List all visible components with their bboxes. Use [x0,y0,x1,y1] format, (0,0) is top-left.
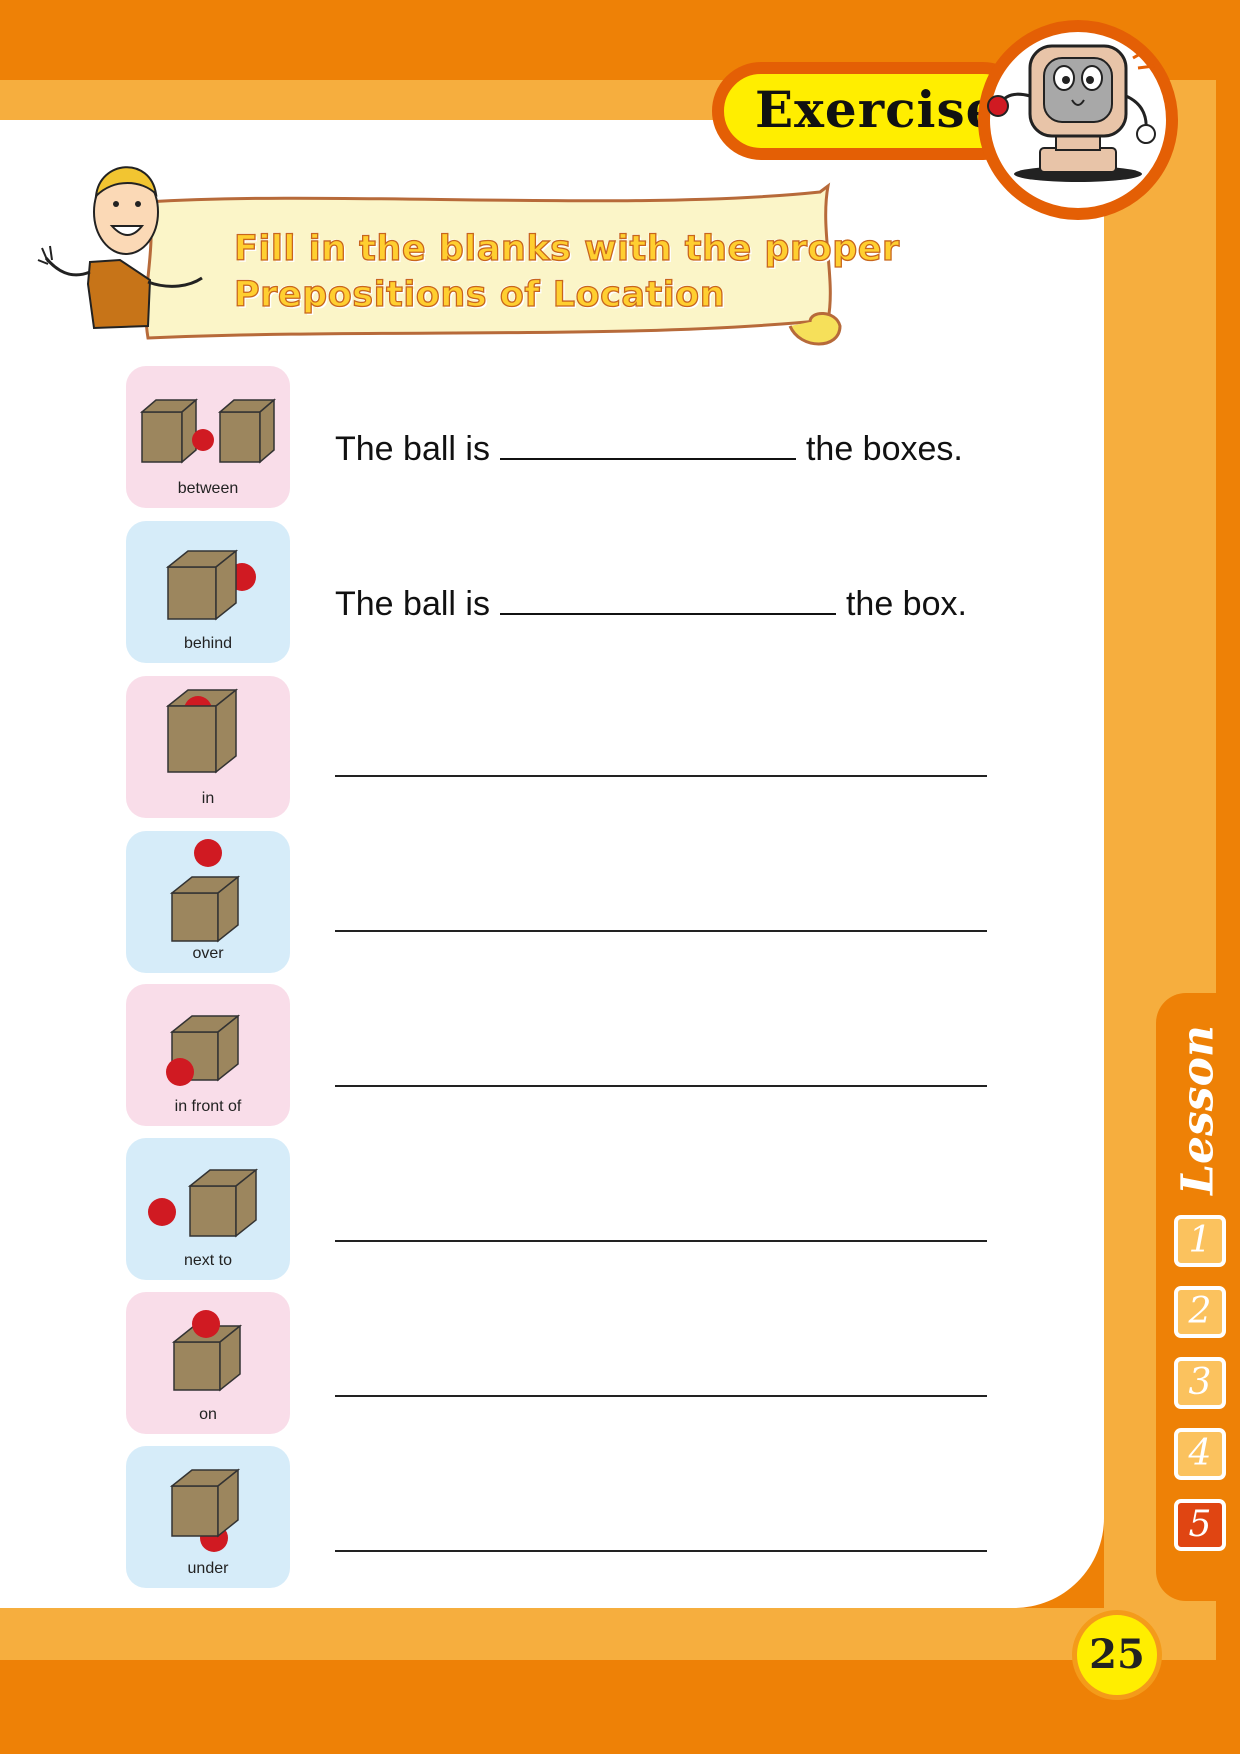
card-under: under [126,1446,290,1588]
card-behind: behind [126,521,290,663]
card-label: on [199,1406,217,1423]
lesson-5-button[interactable]: 5 [1174,1499,1226,1551]
card-in: in [126,676,290,818]
answer-line-3[interactable] [335,775,987,777]
lesson-3-button[interactable]: 3 [1174,1357,1226,1409]
instruction-line-2: Prepositions of Location [233,274,726,315]
card-label: between [177,480,239,497]
lesson-2-button[interactable]: 2 [1174,1286,1226,1338]
instruction-line-1: Fill in the blanks with the proper [233,228,900,269]
card-over: over [126,831,290,973]
lesson-1-button[interactable]: 1 [1174,1215,1226,1267]
card-in-front-of: in front of [126,984,290,1126]
card-label: under [187,1560,229,1577]
answer-line-5[interactable] [335,1085,987,1087]
card-label: next to [183,1252,233,1269]
answer-blank-1[interactable] [499,428,796,460]
frame-bottom-band [0,1608,1216,1660]
lesson-label: Lesson [1172,1025,1224,1195]
answer-line-7[interactable] [335,1395,987,1397]
answer-line-4[interactable] [335,930,987,932]
sentence-2: The ball is the box. [335,583,967,624]
answer-line-6[interactable] [335,1240,987,1242]
sentence-start: The ball is [335,430,490,468]
instruction-title: Fill in the blanks with the proper Prepo… [233,226,914,318]
lesson-4-button[interactable]: 4 [1174,1428,1226,1480]
card-label: in [201,790,215,807]
sentence-1: The ball is the boxes. [335,428,963,469]
answer-line-8[interactable] [335,1550,987,1552]
card-next-to: next to [126,1138,290,1280]
card-on: on [126,1292,290,1434]
card-label: behind [183,635,233,652]
answer-blank-2[interactable] [499,583,836,615]
card-label: over [192,945,224,962]
sentence-end: the box. [845,585,967,623]
exercise-title: Exercise [755,80,999,139]
sentence-start: The ball is [335,585,490,623]
sentence-end: the boxes. [805,430,963,468]
card-label: in front of [174,1098,242,1115]
page-number: 25 [1072,1610,1162,1700]
card-between: between [126,366,290,508]
computer-mascot-icon [978,20,1178,220]
